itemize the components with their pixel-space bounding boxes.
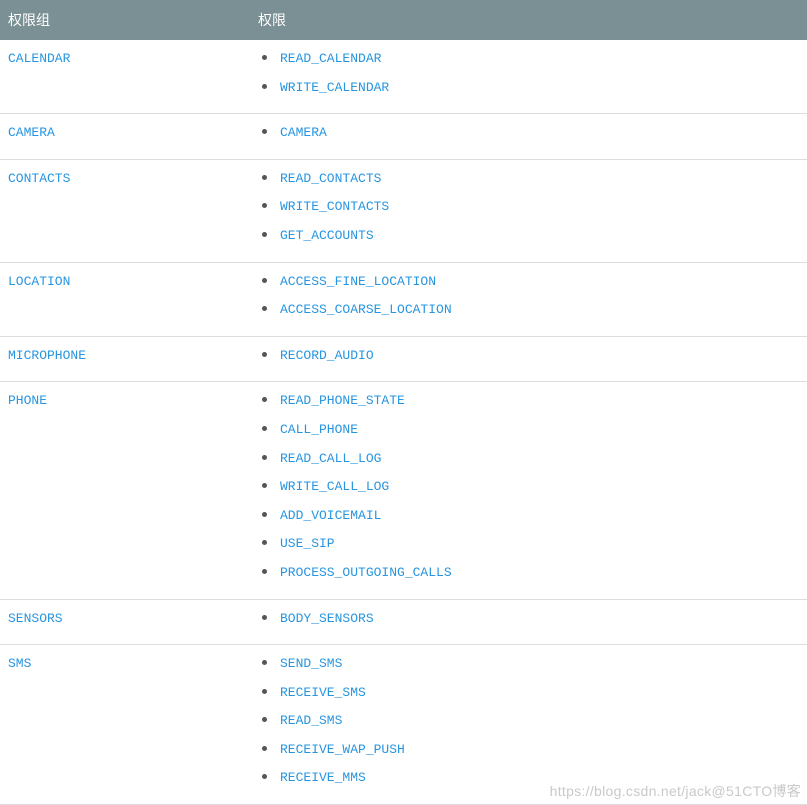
permission-list: READ_CONTACTS WRITE_CONTACTS GET_ACCOUNTS [258,170,799,256]
permission-list: RECORD_AUDIO [258,347,799,376]
cell-permissions: RECORD_AUDIO [250,336,807,382]
permission-list: BODY_SENSORS [258,610,799,639]
permission-link[interactable]: RECEIVE_WAP_PUSH [280,742,405,757]
group-link[interactable]: PHONE [8,393,47,408]
permission-link[interactable]: RECEIVE_SMS [280,685,366,700]
permission-link[interactable]: READ_CONTACTS [280,171,381,186]
permission-link[interactable]: USE_SIP [280,536,335,551]
permission-link[interactable]: WRITE_CALENDAR [280,80,389,95]
list-item: PROCESS_OUTGOING_CALLS [262,564,799,593]
group-link[interactable]: MICROPHONE [8,348,86,363]
permission-link[interactable]: PROCESS_OUTGOING_CALLS [280,565,452,580]
cell-permissions: ACCESS_FINE_LOCATION ACCESS_COARSE_LOCATI… [250,262,807,336]
cell-permissions: CAMERA [250,114,807,160]
cell-permissions: READ_CONTACTS WRITE_CONTACTS GET_ACCOUNTS [250,159,807,262]
permission-link[interactable]: RECEIVE_MMS [280,770,366,785]
permission-link[interactable]: CAMERA [280,125,327,140]
group-link[interactable]: CALENDAR [8,51,70,66]
list-item: ACCESS_COARSE_LOCATION [262,301,799,330]
list-item: WRITE_CALL_LOG [262,478,799,507]
list-item: ADD_VOICEMAIL [262,507,799,536]
list-item: READ_CONTACTS [262,170,799,199]
cell-group: CAMERA [0,114,250,160]
group-link[interactable]: SMS [8,656,31,671]
permission-link[interactable]: WRITE_CONTACTS [280,199,389,214]
group-link[interactable]: CONTACTS [8,171,70,186]
list-item: ACCESS_FINE_LOCATION [262,273,799,302]
list-item: SEND_SMS [262,655,799,684]
permission-list: READ_CALENDAR WRITE_CALENDAR [258,50,799,107]
cell-permissions: BODY_SENSORS [250,599,807,645]
header-permission: 权限 [250,0,807,40]
permission-link[interactable]: READ_SMS [280,713,342,728]
group-link[interactable]: LOCATION [8,274,70,289]
header-group: 权限组 [0,0,250,40]
cell-group: MICROPHONE [0,336,250,382]
list-item: RECEIVE_MMS [262,769,799,798]
list-item: READ_SMS [262,712,799,741]
list-item: RECEIVE_SMS [262,684,799,713]
cell-group: CALENDAR [0,40,250,114]
permission-link[interactable]: GET_ACCOUNTS [280,228,374,243]
group-link[interactable]: CAMERA [8,125,55,140]
permission-link[interactable]: BODY_SENSORS [280,611,374,626]
table-row: PHONE READ_PHONE_STATE CALL_PHONE READ_CALL… [0,382,807,599]
group-link[interactable]: SENSORS [8,611,63,626]
table-row: MICROPHONE RECORD_AUDIO [0,336,807,382]
table-row: SENSORS BODY_SENSORS [0,599,807,645]
list-item: CALL_PHONE [262,421,799,450]
cell-permissions: READ_PHONE_STATE CALL_PHONE READ_CALL_LOG W… [250,382,807,599]
list-item: GET_ACCOUNTS [262,227,799,256]
table-row: CONTACTS READ_CONTACTS WRITE_CONTACTS GET_A… [0,159,807,262]
permission-link[interactable]: ADD_VOICEMAIL [280,508,381,523]
table-row: SMS SEND_SMS RECEIVE_SMS READ_SMS RECEIVE_WA… [0,645,807,805]
cell-group: SMS [0,645,250,805]
list-item: WRITE_CONTACTS [262,198,799,227]
cell-permissions: READ_CALENDAR WRITE_CALENDAR [250,40,807,114]
list-item: USE_SIP [262,535,799,564]
table-header-row: 权限组 权限 [0,0,807,40]
list-item: RECORD_AUDIO [262,347,799,376]
table-row: CAMERA CAMERA [0,114,807,160]
permission-link[interactable]: ACCESS_COARSE_LOCATION [280,302,452,317]
list-item: CAMERA [262,124,799,153]
permission-link[interactable]: SEND_SMS [280,656,342,671]
permission-link[interactable]: READ_PHONE_STATE [280,393,405,408]
list-item: READ_PHONE_STATE [262,392,799,421]
permission-list: SEND_SMS RECEIVE_SMS READ_SMS RECEIVE_WAP_P… [258,655,799,798]
list-item: BODY_SENSORS [262,610,799,639]
permission-link[interactable]: RECORD_AUDIO [280,348,374,363]
table-row: CALENDAR READ_CALENDAR WRITE_CALENDAR [0,40,807,114]
cell-permissions: SEND_SMS RECEIVE_SMS READ_SMS RECEIVE_WAP_P… [250,645,807,805]
permission-link[interactable]: READ_CALENDAR [280,51,381,66]
permission-link[interactable]: CALL_PHONE [280,422,358,437]
permission-list: READ_PHONE_STATE CALL_PHONE READ_CALL_LOG W… [258,392,799,592]
permission-link[interactable]: READ_CALL_LOG [280,451,381,466]
cell-group: CONTACTS [0,159,250,262]
permission-list: CAMERA [258,124,799,153]
permission-link[interactable]: WRITE_CALL_LOG [280,479,389,494]
list-item: RECEIVE_WAP_PUSH [262,741,799,770]
cell-group: SENSORS [0,599,250,645]
cell-group: LOCATION [0,262,250,336]
list-item: WRITE_CALENDAR [262,79,799,108]
table-row: LOCATION ACCESS_FINE_LOCATION ACCESS_COARS… [0,262,807,336]
list-item: READ_CALL_LOG [262,450,799,479]
permission-list: ACCESS_FINE_LOCATION ACCESS_COARSE_LOCATI… [258,273,799,330]
permissions-table: 权限组 权限 CALENDAR READ_CALENDAR WRITE_CALEND… [0,0,807,805]
list-item: READ_CALENDAR [262,50,799,79]
permission-link[interactable]: ACCESS_FINE_LOCATION [280,274,436,289]
cell-group: PHONE [0,382,250,599]
